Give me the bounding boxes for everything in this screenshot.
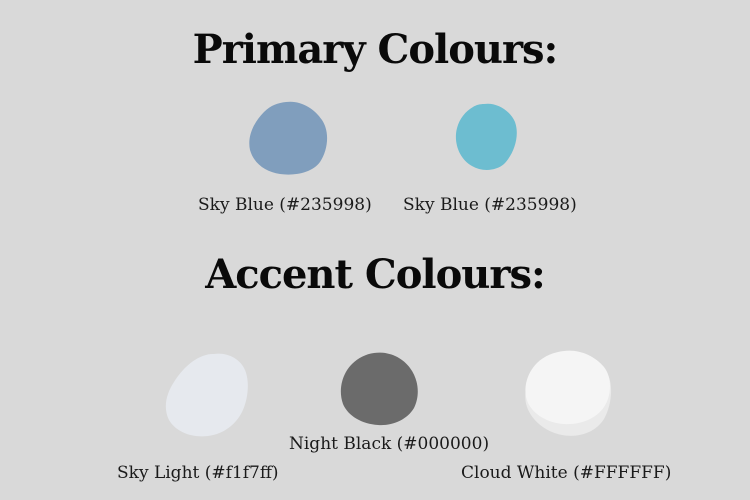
- swatch-blob: [525, 350, 610, 425]
- swatch-blob: [165, 353, 248, 437]
- swatch-blob: [455, 103, 517, 170]
- swatch-blob: [340, 352, 418, 426]
- sky-blue-teal-label: Sky Blue (#235998): [403, 195, 577, 215]
- night-black-swatch: [340, 352, 418, 426]
- cloud-white-label: Cloud White (#FFFFFF): [461, 463, 672, 483]
- sky-light-label: Sky Light (#f1f7ff): [117, 463, 279, 483]
- sky-blue-teal-swatch: [455, 103, 517, 170]
- sky-light-swatch: [165, 353, 248, 437]
- primary-colours-heading: Primary Colours:: [192, 26, 559, 73]
- swatch-blob: [249, 101, 328, 175]
- night-black-label: Night Black (#000000): [289, 434, 490, 454]
- accent-colours-heading: Accent Colours:: [205, 251, 546, 298]
- cloud-white-swatch: [525, 350, 612, 436]
- sky-blue-swatch: [249, 101, 328, 175]
- sky-blue-label: Sky Blue (#235998): [198, 195, 372, 215]
